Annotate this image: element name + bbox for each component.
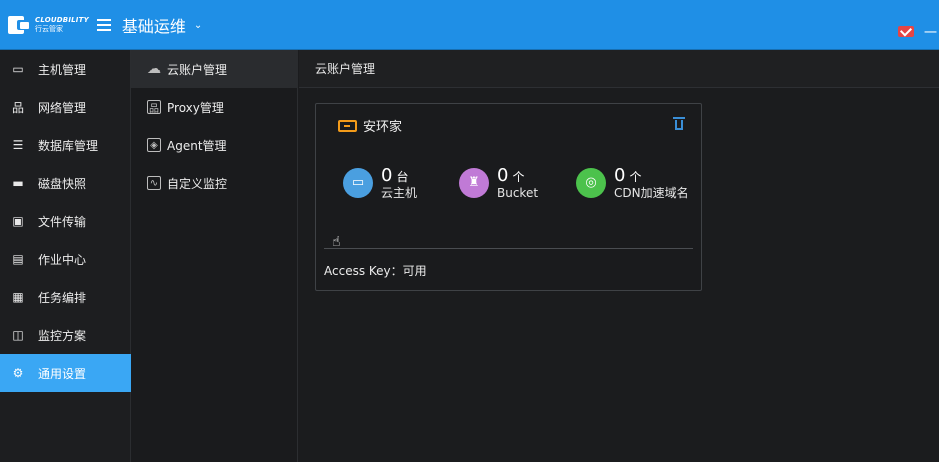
monitor-plan-icon: ◫ [12,328,24,342]
sidebar-item-network[interactable]: 品 网络管理 [0,88,131,126]
sidebar-item-label: 任务编排 [38,290,87,305]
subnav-item-label: Proxy管理 [167,100,224,115]
file-transfer-icon: ▣ [12,214,24,228]
app-title[interactable]: 基础运维 [122,13,186,37]
bucket-icon: ♜ [459,167,489,198]
stat-unit: 个 [512,170,525,184]
hamburger-menu-icon[interactable] [96,19,111,31]
sidebar-item-label: 监控方案 [38,328,87,343]
sidebar-item-general-settings[interactable]: ⚙ 通用设置 [0,354,131,392]
disk-icon: ▬ [12,176,24,190]
subnav-item-proxy[interactable]: 品 Proxy管理 [131,88,298,126]
server-icon: ▭ [343,167,373,198]
network-icon: 品 [11,100,24,115]
subnav-item-label: 自定义监控 [167,176,228,191]
custom-monitor-icon: ∿ [147,176,161,190]
notification-mail-icon[interactable] [898,26,914,37]
sidebar-item-label: 数据库管理 [38,138,99,153]
sidebar-item-database[interactable]: ☰ 数据库管理 [0,126,131,164]
secondary-sidebar: ☁ 云账户管理 品 Proxy管理 ◈ Agent管理 ∿ 自定义监控 [131,50,298,462]
access-key-status: Access Key：可用 [324,264,427,278]
sidebar-item-task-orchestration[interactable]: ▦ 任务编排 [0,278,131,316]
sidebar-item-host[interactable]: ▭ 主机管理 [0,50,131,88]
sidebar-item-label: 网络管理 [38,100,87,115]
sidebar-item-label: 主机管理 [38,62,87,77]
logo-text: CLOUDBILITY 行云管家 [35,17,89,33]
chevron-down-icon[interactable]: ⌄ [194,20,202,31]
sidebar-item-label: 作业中心 [38,252,87,267]
sidebar-item-job-center[interactable]: ▤ 作业中心 [0,240,131,278]
stat-cloud-host: ▭ 0台 云主机 [343,166,417,200]
monitor-icon: ▭ [12,62,24,76]
cloudbility-logo-icon [8,14,30,36]
subnav-item-agent[interactable]: ◈ Agent管理 [131,126,298,164]
logo-text-cn: 行云管家 [35,25,63,33]
subnav-item-label: 云账户管理 [167,62,228,77]
stat-cdn-domain: ◎ 0个 CDN加速域名 [576,166,689,200]
card-divider [324,248,693,249]
page-title: 云账户管理 [299,50,939,88]
primary-sidebar: ▭ 主机管理 品 网络管理 ☰ 数据库管理 ▬ 磁盘快照 ▣ 文件传输 ▤ 作业… [0,50,131,462]
stat-value: 0台 [381,165,409,186]
gear-icon: ⚙ [12,366,24,380]
stat-label: 云主机 [381,185,418,200]
cloud-account-card: 安环家 ▭ 0台 云主机 ♜ 0个 Bucket ◎ 0个 CDN加速域名 ☝ … [315,103,702,291]
sidebar-item-file-transfer[interactable]: ▣ 文件传输 [0,202,131,240]
agent-icon: ◈ [147,138,161,152]
sidebar-item-label: 通用设置 [38,366,87,381]
aliyun-logo-icon [338,119,357,132]
database-icon: ☰ [12,138,24,152]
stat-label: Bucket [497,185,539,200]
top-bar-left: CLOUDBILITY 行云管家 基础运维 ⌄ [8,12,202,38]
subnav-item-cloud-account[interactable]: ☁ 云账户管理 [131,50,298,88]
cloud-icon: ☁ [147,61,161,77]
stat-unit: 个 [629,170,642,184]
sidebar-item-label: 磁盘快照 [38,176,87,191]
proxy-icon: 品 [147,100,161,115]
globe-icon: ◎ [576,167,606,198]
sidebar-item-monitor-plan[interactable]: ◫ 监控方案 [0,316,131,354]
sidebar-item-label: 文件传输 [38,214,87,229]
top-bar: CLOUDBILITY 行云管家 基础运维 ⌄ 一 [0,0,939,50]
job-icon: ▤ [12,252,24,266]
stat-bucket: ♜ 0个 Bucket [459,166,538,200]
card-title: 安环家 [338,116,402,135]
top-bar-right: 一 [898,22,937,41]
subnav-item-custom-monitor[interactable]: ∿ 自定义监控 [131,164,298,202]
subnav-item-label: Agent管理 [167,138,227,153]
stat-value: 0个 [614,165,642,186]
user-name[interactable]: 一 [924,22,937,41]
delete-trash-icon[interactable] [673,116,685,130]
sidebar-item-disk-snapshot[interactable]: ▬ 磁盘快照 [0,164,131,202]
logo-text-en: CLOUDBILITY [35,16,89,24]
task-icon: ▦ [12,290,24,304]
stat-label: CDN加速域名 [614,185,689,200]
stat-unit: 台 [396,170,409,184]
stat-value: 0个 [497,165,525,186]
card-title-text: 安环家 [363,120,403,135]
